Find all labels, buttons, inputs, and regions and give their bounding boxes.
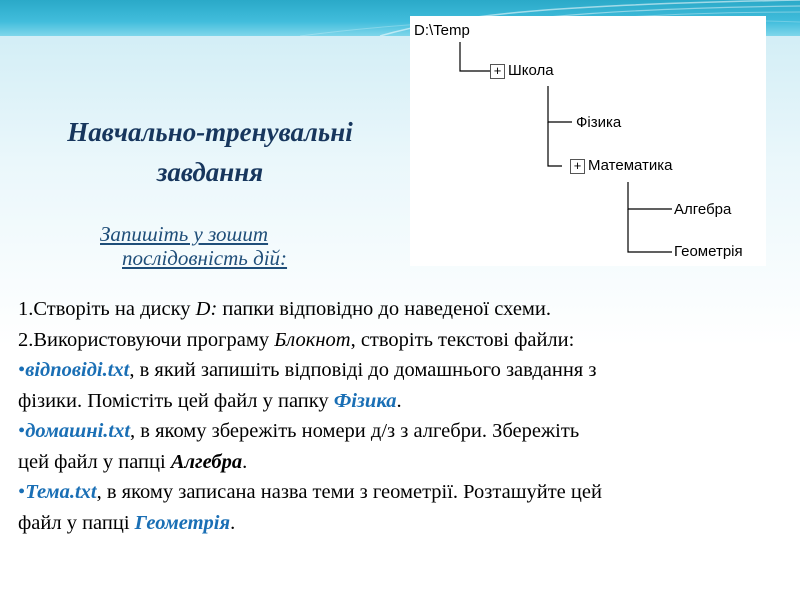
- expand-math-icon[interactable]: +: [570, 159, 585, 174]
- bullet-1-text-a: , в який запишіть відповіді до домашньог…: [129, 359, 597, 381]
- tree-node-physics[interactable]: Фізика: [576, 114, 621, 131]
- subtitle-line-1: Запишіть у зошит: [100, 222, 269, 246]
- period: .: [242, 450, 248, 473]
- title-line-2: завдання: [156, 157, 264, 187]
- tree-node-algebra[interactable]: Алгебра: [674, 201, 731, 218]
- bullet-3-text-a: , в якому записана назва теми з геометрі…: [96, 481, 602, 503]
- file-name-answers: відповіді.txt: [25, 359, 130, 381]
- task-2-prefix: 2.Використовуючи програму: [18, 328, 275, 351]
- period: .: [396, 389, 402, 412]
- bullet-2-text-b: цей файл у папці: [18, 450, 171, 473]
- folder-name-algebra: Алгебра: [170, 450, 243, 473]
- tree-node-root[interactable]: D:\Temp: [414, 22, 470, 39]
- bullet-1-text-b: фізики. Помістіть цей файл у папку: [18, 389, 334, 412]
- bullet-2-line-1: •домашні.txt, в якому збережіть номери д…: [18, 416, 788, 447]
- tree-node-school[interactable]: Школа: [508, 62, 554, 79]
- task-1: 1.Створіть на диску D: папки відповідно …: [18, 294, 788, 325]
- slide-subtitle: Запишіть у зошит послідовність дій:: [100, 222, 340, 270]
- file-name-topic: Тема.txt: [25, 481, 97, 503]
- bullet-1-line-2: фізики. Помістіть цей файл у папку Фізик…: [18, 386, 788, 417]
- task-1-disk: D:: [195, 298, 218, 320]
- bullet-3-line-1: •Тема.txt, в якому записана назва теми з…: [18, 477, 788, 508]
- period: .: [230, 511, 236, 534]
- expand-school-icon[interactable]: +: [490, 64, 505, 79]
- task-2-rest: , створіть текстові файли:: [350, 328, 575, 351]
- task-2: 2.Використовуючи програму Блокнот, створ…: [18, 325, 788, 356]
- bullet-3-line-2: файл у папці Геометрія.: [18, 508, 788, 539]
- tree-connectors: [459, 42, 672, 253]
- task-1-rest: папки відповідно до наведеної схеми.: [217, 298, 551, 320]
- file-name-homework: домашні.txt: [25, 420, 131, 442]
- folder-name-physics: Фізика: [333, 389, 397, 412]
- bullet-2-text-a: , в якому збережіть номери д/з з алгебри…: [130, 420, 580, 442]
- task-2-app: Блокнот: [274, 328, 351, 351]
- bullet-1-line-1: •відповіді.txt, в який запишіть відповід…: [18, 355, 788, 386]
- title-line-1: Навчально-тренувальні: [67, 117, 353, 147]
- bullet-3-text-b: файл у папці: [18, 511, 135, 534]
- tree-node-geometry[interactable]: Геометрія: [674, 243, 743, 260]
- directory-tree: D:\Temp + Школа Фізика + Математика Алге…: [410, 16, 766, 266]
- tree-node-math[interactable]: Математика: [588, 157, 673, 174]
- task-list: 1.Створіть на диску D: папки відповідно …: [18, 294, 788, 538]
- subtitle-line-2: послідовність дій:: [122, 246, 288, 270]
- task-1-prefix: 1.Створіть на диску: [18, 298, 196, 320]
- bullet-2-line-2: цей файл у папці Алгебра.: [18, 447, 788, 478]
- slide-title: Навчально-тренувальні завдання: [10, 112, 410, 192]
- folder-name-geometry: Геометрія: [134, 511, 231, 534]
